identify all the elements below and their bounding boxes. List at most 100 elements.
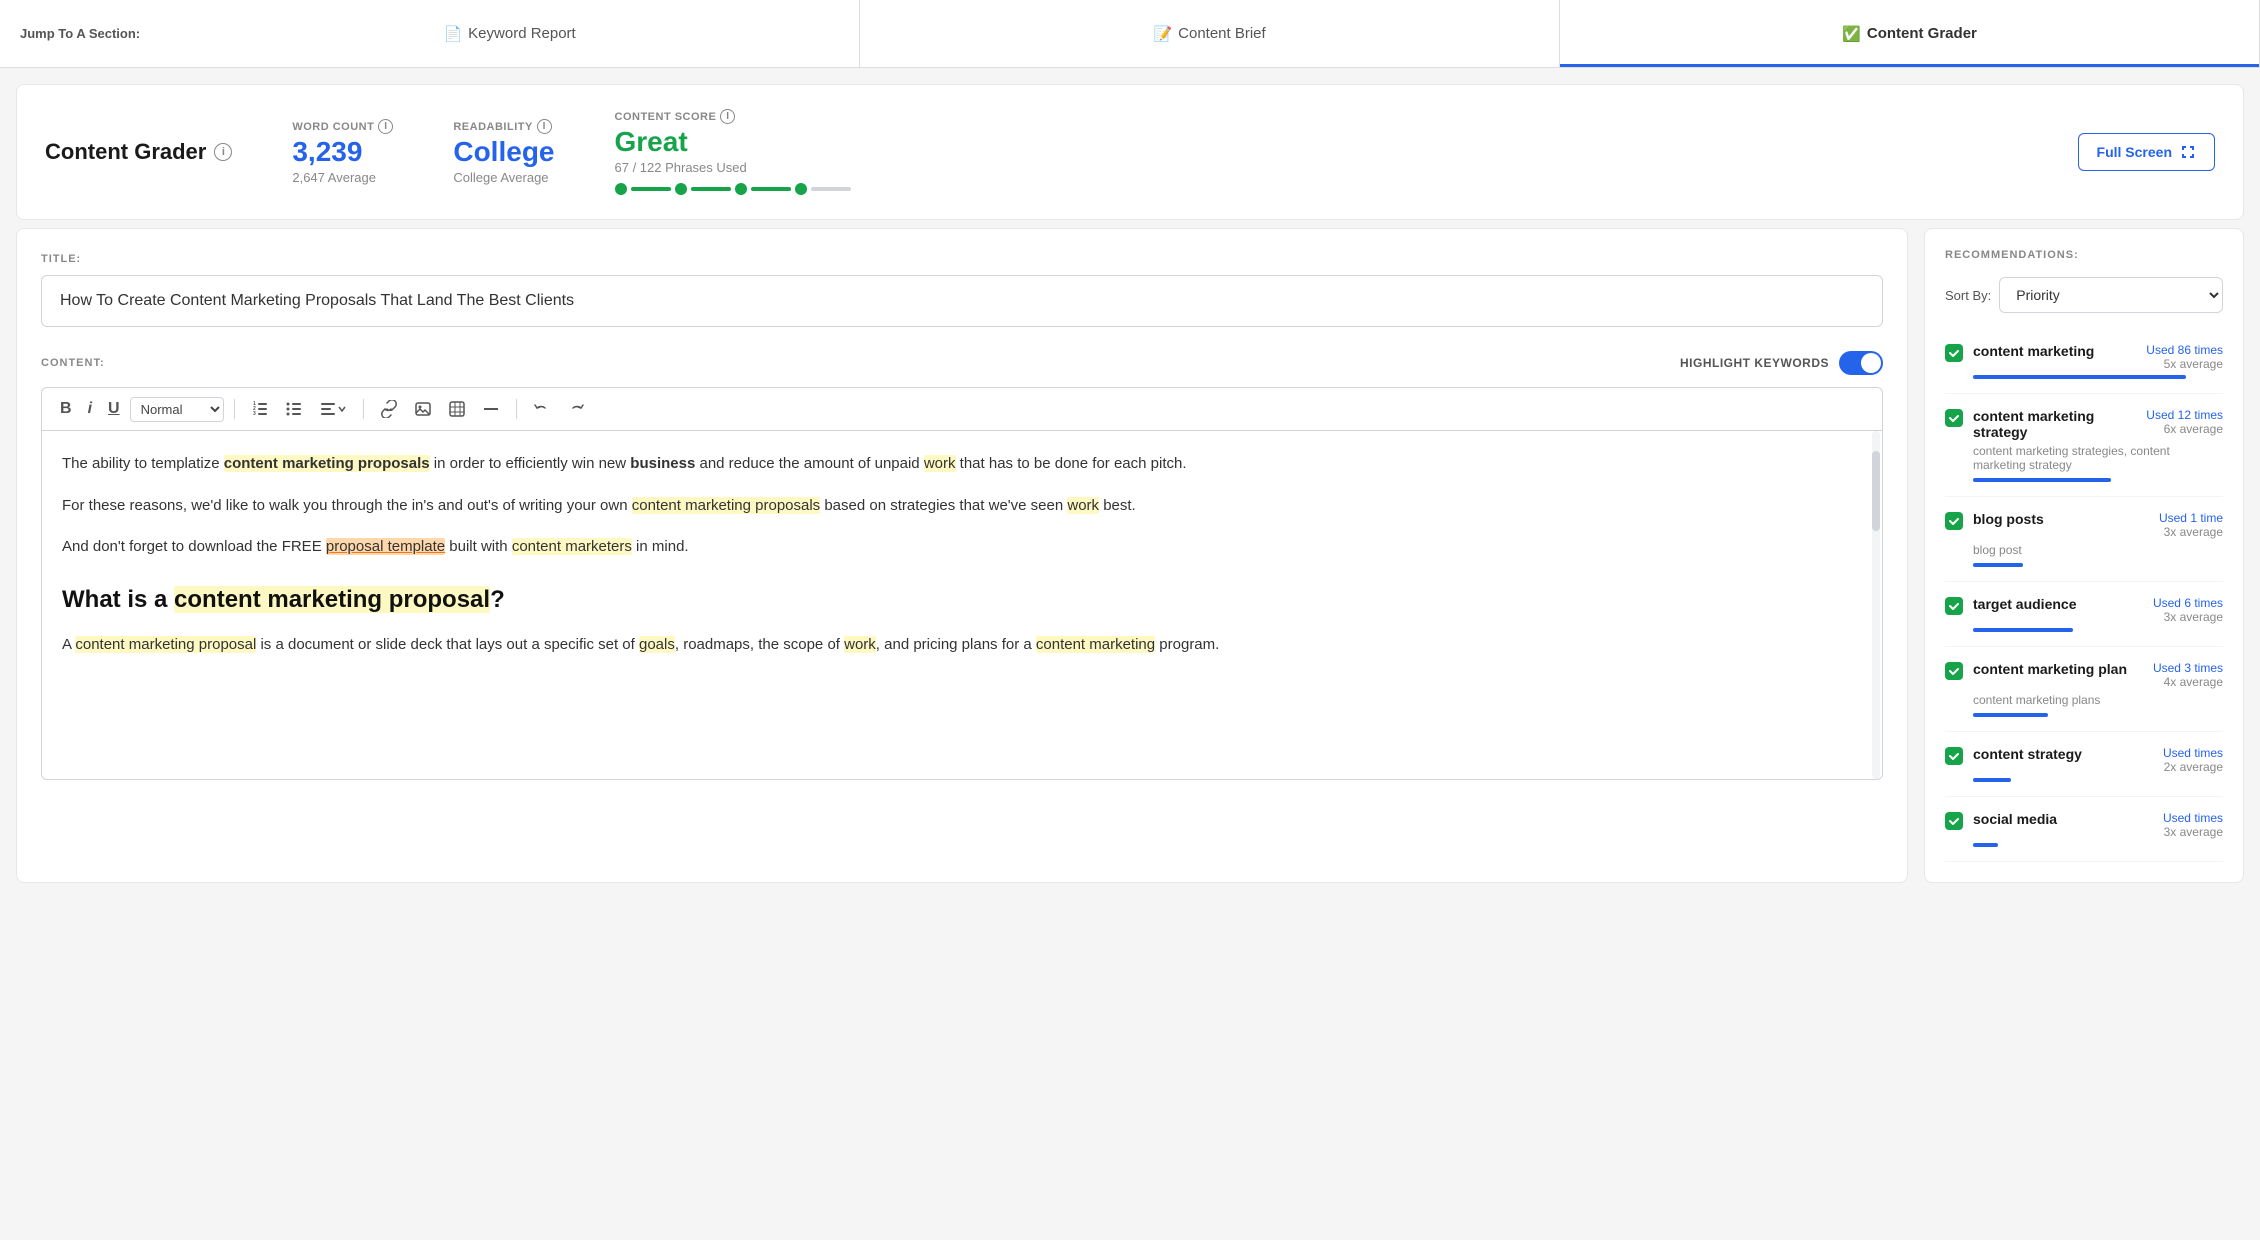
rec-item-content-marketing-plan: content marketing plan Used 3 times 4x a…: [1945, 647, 2223, 732]
highlight-keywords-area: HIGHLIGHT KEYWORDS: [1680, 351, 1883, 375]
rec-checkbox-target-audience[interactable]: [1945, 597, 1963, 615]
table-button[interactable]: [442, 396, 472, 422]
content-score-progress: [615, 183, 851, 195]
rec-item-right-target-audience: Used 6 times 3x average: [2153, 596, 2223, 624]
rec-items-list: content marketing Used 86 times 5x avera…: [1945, 329, 2223, 862]
rec-checkbox-content-marketing-plan[interactable]: [1945, 662, 1963, 680]
bold-button[interactable]: B: [54, 396, 78, 422]
tab-content-grader[interactable]: ✅ Content Grader: [1560, 0, 2260, 67]
rec-used-item7: Used times: [2163, 811, 2223, 825]
editor-toolbar: B i U Normal Heading 1 Heading 2 123: [41, 387, 1883, 430]
content-heading: What is a content marketing proposal?: [62, 580, 1862, 621]
rec-bar-content-marketing: [1973, 375, 2186, 379]
jump-to-label: Jump To A Section:: [0, 0, 160, 67]
editor-scrollbar[interactable]: [1872, 431, 1880, 779]
editor-content-area[interactable]: The ability to templatize content market…: [41, 430, 1883, 780]
grader-title: Content Grader i: [45, 139, 232, 165]
grader-info-icon[interactable]: i: [214, 143, 232, 161]
rec-checkbox-content-marketing-strategy[interactable]: [1945, 409, 1963, 427]
rec-used-item6: Used times: [2163, 746, 2223, 760]
rec-used-target-audience: Used 6 times: [2153, 596, 2223, 610]
progress-line-4: [811, 187, 851, 191]
progress-dot-2: [675, 183, 687, 195]
hr-button[interactable]: [476, 396, 506, 422]
unordered-list-button[interactable]: [279, 396, 309, 422]
rec-keyword-item7: social media: [1973, 811, 2057, 827]
format-select[interactable]: Normal Heading 1 Heading 2: [130, 397, 224, 422]
recommendations-header: RECOMMENDATIONS:: [1945, 249, 2223, 261]
ordered-list-button[interactable]: 123: [245, 396, 275, 422]
sort-select[interactable]: Priority Alphabetical Most Used Least Us…: [1999, 277, 2223, 313]
content-paragraph-1: The ability to templatize content market…: [62, 451, 1862, 477]
rec-bar-container-content-marketing-strategy: [1973, 478, 2223, 482]
main-area: TITLE: CONTENT: HIGHLIGHT KEYWORDS B i U…: [16, 228, 2244, 883]
toolbar-divider-3: [516, 399, 517, 419]
rec-keyword-blog-posts: blog posts: [1973, 511, 2044, 527]
sort-by-label: Sort By:: [1945, 288, 1991, 303]
rec-bar-container-target-audience: [1973, 628, 2223, 632]
rec-item-left-item6: content strategy: [1945, 746, 2082, 765]
rec-item-right-item6: Used times 2x average: [2163, 746, 2223, 774]
check-icon-target-audience: [1948, 600, 1960, 612]
rec-variants-content-marketing-strategy: content marketing strategies, content ma…: [1973, 444, 2223, 472]
readability-average: College Average: [453, 170, 554, 185]
content-score-label: CONTENT SCORE i: [615, 109, 851, 124]
redo-button[interactable]: [561, 396, 591, 422]
content-paragraph-4: A content marketing proposal is a docume…: [62, 632, 1862, 658]
tab-content-brief[interactable]: 📝 Content Brief: [860, 0, 1560, 67]
top-navigation: Jump To A Section: 📄 Keyword Report 📝 Co…: [0, 0, 2260, 68]
underline-button[interactable]: U: [102, 396, 126, 422]
title-section-label: TITLE:: [41, 253, 1883, 265]
title-input[interactable]: [41, 275, 1883, 327]
rec-keyword-content-marketing: content marketing: [1973, 343, 2094, 359]
highlight-toggle[interactable]: [1839, 351, 1883, 375]
toolbar-divider-2: [363, 399, 364, 419]
rec-item-left-item7: social media: [1945, 811, 2057, 830]
word-count-info-icon[interactable]: i: [378, 119, 393, 134]
rec-item-left-content-marketing-strategy: content marketing strategy: [1945, 408, 2146, 440]
rec-bar-container-content-marketing: [1973, 375, 2223, 379]
italic-button[interactable]: i: [82, 396, 98, 422]
check-icon-item6: [1948, 750, 1960, 762]
rec-item-top-blog-posts: blog posts Used 1 time 3x average: [1945, 511, 2223, 539]
word-count-metric: WORD COUNT i 3,239 2,647 Average: [292, 119, 393, 185]
rec-used-content-marketing-strategy: Used 12 times: [2146, 408, 2223, 422]
rec-keyword-target-audience: target audience: [1973, 596, 2076, 612]
content-score-metric: CONTENT SCORE i Great 67 / 122 Phrases U…: [615, 109, 851, 195]
link-button[interactable]: [374, 396, 404, 422]
rec-avg-content-marketing: 5x average: [2146, 357, 2223, 371]
rec-avg-item7: 3x average: [2163, 825, 2223, 839]
rec-checkbox-item7[interactable]: [1945, 812, 1963, 830]
progress-dot-1: [615, 183, 627, 195]
rec-item-right-content-marketing: Used 86 times 5x average: [2146, 343, 2223, 371]
rec-item-blog-posts: blog posts Used 1 time 3x average blog p…: [1945, 497, 2223, 582]
rec-checkbox-item6[interactable]: [1945, 747, 1963, 765]
rec-used-content-marketing: Used 86 times: [2146, 343, 2223, 357]
fullscreen-button[interactable]: Full Screen: [2078, 133, 2215, 171]
rec-keyword-item6: content strategy: [1973, 746, 2082, 762]
readability-info-icon[interactable]: i: [537, 119, 552, 134]
content-score-info-icon[interactable]: i: [720, 109, 735, 124]
rec-item-left-blog-posts: blog posts: [1945, 511, 2044, 530]
highlight-work-1: work: [924, 455, 956, 472]
rec-item-left-content-marketing-plan: content marketing plan: [1945, 661, 2127, 680]
readability-metric: READABILITY i College College Average: [453, 119, 554, 185]
align-button[interactable]: [313, 396, 353, 422]
rec-checkbox-content-marketing[interactable]: [1945, 344, 1963, 362]
word-count-label: WORD COUNT i: [292, 119, 393, 134]
rec-item-top-item6: content strategy Used times 2x average: [1945, 746, 2223, 774]
check-icon-content-marketing: [1948, 347, 1960, 359]
rec-item-top-target-audience: target audience Used 6 times 3x average: [1945, 596, 2223, 624]
tab-keyword-report[interactable]: 📄 Keyword Report: [160, 0, 860, 67]
highlight-cm: content marketing: [1036, 636, 1155, 653]
rec-checkbox-blog-posts[interactable]: [1945, 512, 1963, 530]
check-icon-item7: [1948, 815, 1960, 827]
highlight-cmp-1: content marketing proposal: [75, 636, 256, 653]
svg-text:3: 3: [253, 411, 256, 417]
undo-button[interactable]: [527, 396, 557, 422]
keyword-report-icon: 📄: [443, 25, 462, 43]
image-button[interactable]: [408, 396, 438, 422]
rec-bar-item6: [1973, 778, 2011, 782]
fullscreen-label: Full Screen: [2097, 144, 2172, 160]
rec-item-left-target-audience: target audience: [1945, 596, 2076, 615]
